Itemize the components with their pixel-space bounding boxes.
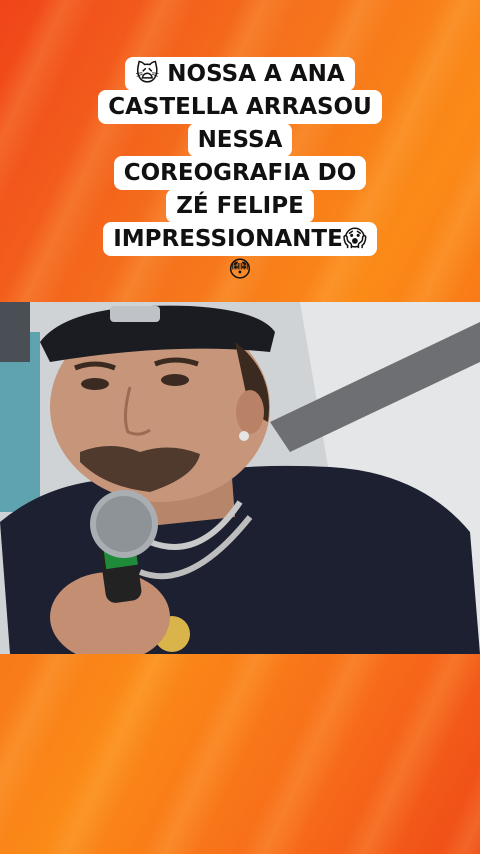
caption-line-1: 🙀 NOSSA A ANA [125,57,355,91]
caption-line-4: COREOGRAFIA DO [113,156,367,190]
caption-line-6: IMPRESSIONANTE😱 [103,222,377,256]
caption-block: 🙀 NOSSA A ANA CASTELLA ARRASOU NESSA COR… [60,57,420,285]
caption-line-3: NESSA [187,123,293,157]
video-scene [0,302,480,654]
caption-line-2: CASTELLA ARRASOU [98,90,382,124]
caption-line-7: 😳 [228,257,252,283]
caption-line-5: ZÉ FELIPE [166,189,314,223]
video-frame[interactable] [0,302,480,654]
bottom-background [0,654,480,854]
